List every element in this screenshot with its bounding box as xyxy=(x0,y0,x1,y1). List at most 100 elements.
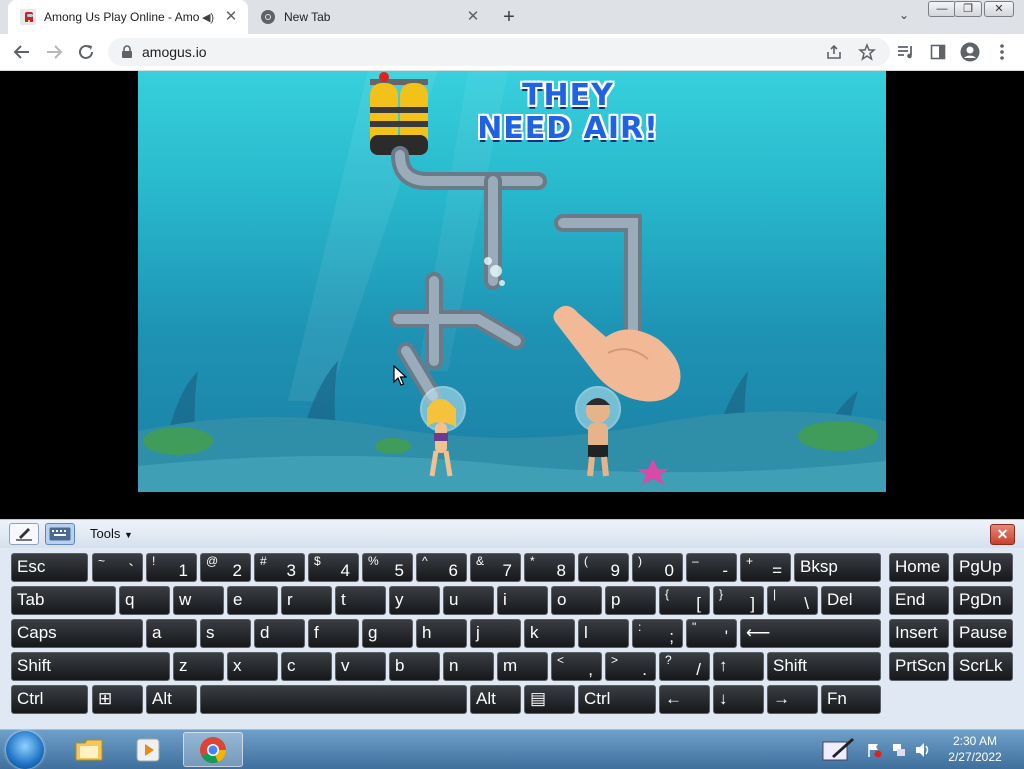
key-2[interactable]: @2 xyxy=(200,553,251,582)
key-r4k7[interactable]: ← xyxy=(659,685,710,714)
key-b[interactable]: b xyxy=(389,652,440,681)
key-r0k12[interactable]: – - xyxy=(686,553,737,582)
tab-new-tab[interactable]: New Tab ✕ xyxy=(250,0,490,34)
network-icon[interactable] xyxy=(891,742,907,758)
key-3[interactable]: #3 xyxy=(254,553,305,582)
key-tab[interactable]: Tab xyxy=(11,586,116,615)
share-icon[interactable] xyxy=(826,44,842,60)
key-r3k9[interactable]: >. xyxy=(605,652,656,681)
handwriting-mode-icon[interactable] xyxy=(9,523,39,545)
profile-avatar-icon[interactable] xyxy=(960,42,980,62)
key-menu[interactable]: ▤ xyxy=(524,685,575,714)
key-4[interactable]: $4 xyxy=(308,553,359,582)
key-del[interactable]: Del xyxy=(821,586,881,615)
tab-close-icon[interactable]: ✕ xyxy=(464,8,482,26)
key-6[interactable]: ^ 6 xyxy=(416,553,467,582)
key-alt[interactable]: Alt xyxy=(146,685,197,714)
pen-input-icon[interactable] xyxy=(822,736,856,762)
forward-arrow-icon[interactable] xyxy=(42,40,66,64)
key-prtscn[interactable]: PrtScn xyxy=(889,652,949,681)
keyboard-close-button[interactable]: ✕ xyxy=(990,524,1015,545)
key-z[interactable]: z xyxy=(173,652,224,681)
action-center-flag-icon[interactable] xyxy=(866,742,882,758)
key-pgup[interactable]: PgUp xyxy=(953,553,1013,582)
window-close-icon[interactable]: ✕ xyxy=(984,1,1014,17)
key-space[interactable] xyxy=(200,685,467,714)
key-l[interactable]: l xyxy=(578,619,629,648)
key-r1k11[interactable]: {[ xyxy=(659,586,710,615)
restore-icon[interactable]: ❐ xyxy=(954,1,982,17)
key-r4k9[interactable]: → xyxy=(767,685,818,714)
key-r3k11[interactable]: ↑ xyxy=(713,652,764,681)
key-5[interactable]: % 5 xyxy=(362,553,413,582)
back-arrow-icon[interactable] xyxy=(10,40,34,64)
key-j[interactable]: j xyxy=(470,619,521,648)
key-r[interactable]: r xyxy=(281,586,332,615)
file-explorer-icon[interactable] xyxy=(63,732,115,767)
keyboard-mode-icon[interactable] xyxy=(45,523,75,545)
key-r3k8[interactable]: <, xyxy=(551,652,602,681)
key-i[interactable]: i xyxy=(497,586,548,615)
reload-icon[interactable] xyxy=(74,40,98,64)
tab-search-chevron-icon[interactable]: ⌄ xyxy=(894,8,914,26)
lock-icon[interactable] xyxy=(120,45,134,59)
key-w[interactable]: w xyxy=(173,586,224,615)
key-home[interactable]: Home xyxy=(889,553,949,582)
key-r1k12[interactable]: }] xyxy=(713,586,764,615)
key-r4k8[interactable]: ↓ xyxy=(713,685,764,714)
key-esc[interactable]: Esc xyxy=(11,553,88,582)
key-r2k11[interactable]: " ' xyxy=(686,619,737,648)
key-r2k12[interactable]: ⟵ xyxy=(740,619,881,648)
key-shift[interactable]: Shift xyxy=(11,652,170,681)
key-shift[interactable]: Shift xyxy=(767,652,881,681)
key-q[interactable]: q xyxy=(119,586,170,615)
key-r2k10[interactable]: :; xyxy=(632,619,683,648)
key-ctrl[interactable]: Ctrl xyxy=(578,685,656,714)
key-1[interactable]: ! 1 xyxy=(146,553,197,582)
key-r3k10[interactable]: ? / xyxy=(659,652,710,681)
key-h[interactable]: h xyxy=(416,619,467,648)
key-0[interactable]: ) 0 xyxy=(632,553,683,582)
key-m[interactable]: m xyxy=(497,652,548,681)
key-alt[interactable]: Alt xyxy=(470,685,521,714)
key-r0k1[interactable]: ~ ` xyxy=(92,553,143,582)
key-u[interactable]: u xyxy=(443,586,494,615)
key-r0k13[interactable]: + = xyxy=(740,553,791,582)
key-fn[interactable]: Fn xyxy=(821,685,881,714)
key-end[interactable]: End xyxy=(889,586,949,615)
key-e[interactable]: e xyxy=(227,586,278,615)
key-y[interactable]: y xyxy=(389,586,440,615)
key-scrlk[interactable]: ScrLk xyxy=(953,652,1013,681)
key-pause[interactable]: Pause xyxy=(953,619,1013,648)
side-panel-icon[interactable] xyxy=(928,42,948,62)
system-clock[interactable]: 2:30 AM 2/27/2022 xyxy=(940,733,1010,765)
media-player-icon[interactable] xyxy=(123,732,175,767)
key-c[interactable]: c xyxy=(281,652,332,681)
key-f[interactable]: f xyxy=(308,619,359,648)
address-bar[interactable]: amogus.io xyxy=(108,38,890,66)
key-a[interactable]: a xyxy=(146,619,197,648)
game-canvas[interactable]: THEY NEED AIR! xyxy=(138,71,886,492)
key-k[interactable]: k xyxy=(524,619,575,648)
new-tab-button[interactable]: + xyxy=(498,6,520,28)
key-ctrl[interactable]: Ctrl xyxy=(11,685,88,714)
key-7[interactable]: & 7 xyxy=(470,553,521,582)
chrome-taskbar-icon[interactable] xyxy=(183,732,243,767)
key-v[interactable]: v xyxy=(335,652,386,681)
tab-close-icon[interactable]: ✕ xyxy=(222,8,240,26)
key-bksp[interactable]: Bksp xyxy=(794,553,881,582)
tab-among-us[interactable]: Among Us Play Online - Among Us ◀) ✕ xyxy=(8,0,248,34)
key-x[interactable]: x xyxy=(227,652,278,681)
bookmark-star-icon[interactable] xyxy=(858,43,876,61)
key-d[interactable]: d xyxy=(254,619,305,648)
media-control-icon[interactable] xyxy=(896,42,916,62)
key-p[interactable]: p xyxy=(605,586,656,615)
key-n[interactable]: n xyxy=(443,652,494,681)
key-r1k13[interactable]: | \ xyxy=(767,586,818,615)
key-insert[interactable]: Insert xyxy=(889,619,949,648)
key-o[interactable]: o xyxy=(551,586,602,615)
key-s[interactable]: s xyxy=(200,619,251,648)
key-windows[interactable]: ⊞ xyxy=(92,685,143,714)
key-t[interactable]: t xyxy=(335,586,386,615)
speaker-icon[interactable]: ◀) xyxy=(200,11,216,24)
